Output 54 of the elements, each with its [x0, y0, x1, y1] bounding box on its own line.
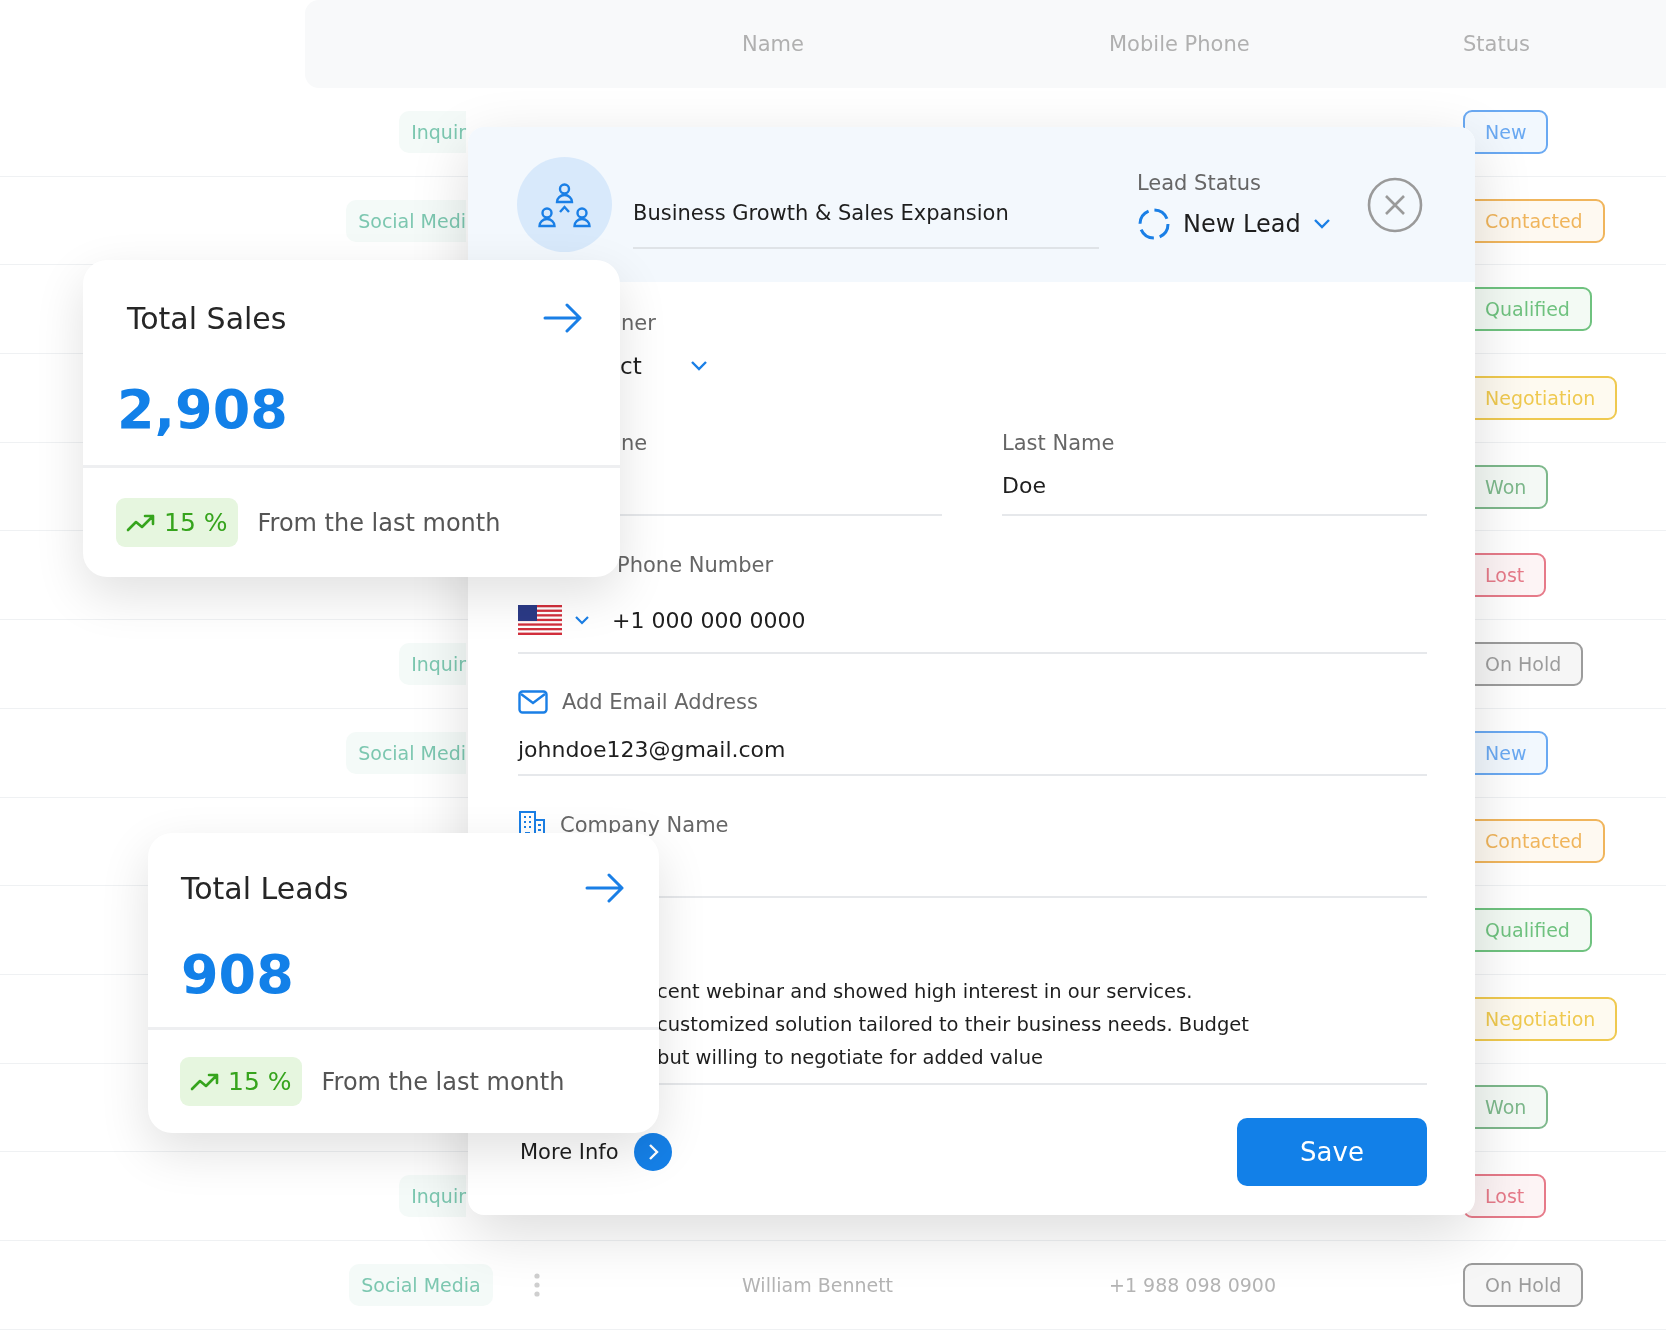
- column-header: Name: [742, 32, 805, 56]
- lead-status-label: Lead Status: [1137, 170, 1263, 195]
- description-text: cent webinar and showed high interest in our services.: [657, 979, 1193, 1005]
- status-badge: On Hold: [1463, 1262, 1584, 1307]
- chevron-right-icon[interactable]: [634, 1133, 673, 1171]
- chevron-down-icon: [574, 615, 590, 625]
- status-badge: New: [1463, 109, 1549, 154]
- arrow-right-icon[interactable]: [585, 873, 625, 903]
- more-info-link[interactable]: More Info: [518, 1140, 619, 1164]
- close-icon[interactable]: [1366, 176, 1423, 233]
- people-avatar-icon: [517, 157, 612, 252]
- source-tag: Inquir: [399, 642, 466, 685]
- first-name-label: ne: [621, 430, 648, 456]
- stat-value: 908: [181, 942, 294, 1008]
- email-label: Add Email Address: [562, 689, 758, 715]
- owner-select[interactable]: ct: [620, 350, 708, 382]
- email-field[interactable]: johndoe123@gmail.com: [518, 734, 1427, 776]
- arrow-right-icon[interactable]: [543, 303, 583, 333]
- spinner-icon: [1137, 206, 1171, 241]
- card-title: Total Sales: [127, 300, 287, 336]
- source-tag: Social Medi: [346, 731, 466, 774]
- source-tag: Inquir: [399, 1175, 466, 1218]
- source-tag: Social Medi: [346, 199, 466, 242]
- country-select[interactable]: [518, 605, 590, 635]
- trend-up-icon: [126, 512, 156, 533]
- lead-status-select[interactable]: New Lead: [1137, 206, 1331, 241]
- last-name-field[interactable]: Doe: [1002, 470, 1427, 516]
- title-field[interactable]: Business Growth & Sales Expansion: [633, 188, 1099, 249]
- owner-label: ner: [621, 310, 656, 336]
- card-note: From the last month: [257, 508, 501, 537]
- card-title: Total Leads: [181, 870, 349, 906]
- chevron-down-icon: [1312, 217, 1331, 230]
- description-text: customized solution tailored to their business needs. Budget: [657, 1012, 1249, 1038]
- flag-icon: [518, 605, 562, 635]
- mail-icon: [518, 690, 548, 714]
- save-button[interactable]: Save: [1237, 1118, 1427, 1186]
- company-label: Company Name: [560, 812, 729, 838]
- column-header: Status: [1463, 32, 1531, 56]
- phone-field[interactable]: +1 000 000 0000: [518, 600, 1427, 654]
- trend-up-icon: [190, 1071, 220, 1092]
- chevron-down-icon: [689, 360, 708, 372]
- card-note: From the last month: [321, 1067, 565, 1096]
- change-badge: 15 %: [116, 498, 238, 547]
- last-name-label: Last Name: [1002, 430, 1115, 456]
- table-cell: William Bennett: [742, 1273, 894, 1296]
- source-tag: Inquir: [399, 110, 466, 153]
- column-header: Mobile Phone: [1109, 32, 1251, 56]
- description-text: but willing to negotiate for added value: [657, 1045, 1043, 1071]
- phone-label: Phone Number: [617, 552, 774, 578]
- description-field[interactable]: cent webinar and showed high interest in our services. customized solution tailored to their business needs. Budget but willing to negotiate for added value: [657, 975, 1427, 1074]
- stat-value: 2,908: [117, 377, 288, 443]
- source-tag: Social Media: [349, 1263, 493, 1306]
- table-cell: +1 988 098 0900: [1109, 1273, 1276, 1296]
- change-badge: 15 %: [180, 1057, 302, 1106]
